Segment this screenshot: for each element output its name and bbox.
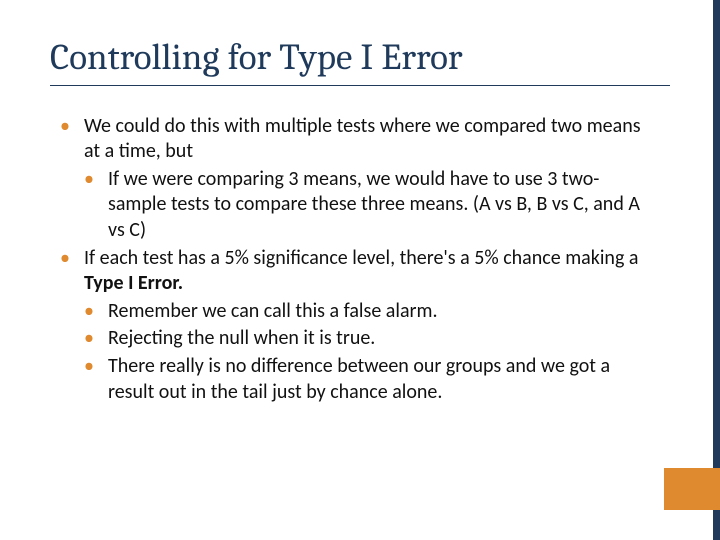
slide: Controlling for Type I Error We could do… [0,0,720,540]
slide-body: We could do this with multiple tests whe… [50,114,670,406]
bold-term: Type I Error. [84,271,183,295]
slide-title: Controlling for Type I Error [50,38,670,79]
bullet-item: If each test has a 5% significance level… [60,246,650,297]
bullet-item: There really is no difference between ou… [60,354,650,405]
bullet-list: We could do this with multiple tests whe… [60,114,650,406]
bullet-text: If each test has a 5% significance level… [84,246,638,270]
title-underline [50,85,670,86]
side-accent-block [664,468,720,510]
bullet-item: We could do this with multiple tests whe… [60,114,650,165]
bullet-item: Rejecting the null when it is true. [60,326,650,352]
bullet-item: If we were comparing 3 means, we would h… [60,167,650,244]
side-accent-bar [713,0,720,540]
bullet-item: Remember we can call this a false alarm. [60,299,650,325]
